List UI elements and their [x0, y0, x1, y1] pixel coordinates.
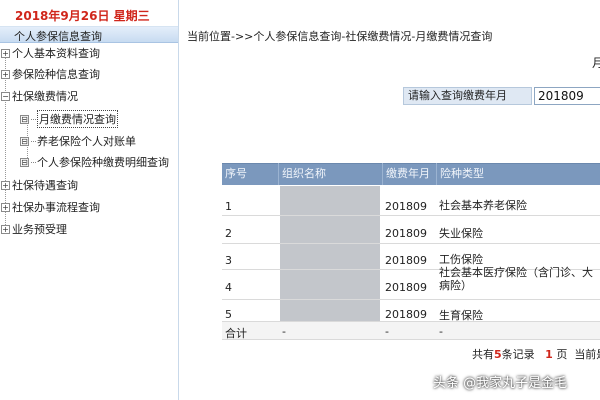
row-type: 工伤保险 — [439, 253, 483, 266]
collapse-icon[interactable]: − — [1, 91, 10, 101]
nav-item-personal-info[interactable]: + 个人基本资料查询 — [1, 44, 100, 62]
breadcrumb: 当前位置->>个人参保信息查询-社保缴费情况-月缴费情况查询 — [187, 30, 493, 43]
row-no: 5 — [225, 308, 232, 321]
nav-item-payment-status[interactable]: − 社保缴费情况 — [1, 87, 78, 105]
row-month: 201809 — [385, 200, 427, 213]
row-no: 2 — [225, 227, 232, 240]
current-page-label: 当前是 — [574, 348, 600, 361]
row-type: 社会基本养老保险 — [439, 199, 527, 212]
header-org: 组织名称 — [278, 163, 382, 185]
nav-item-label: 月缴费情况查询 — [37, 110, 118, 128]
expand-icon[interactable]: + — [1, 180, 10, 190]
row-month: 201809 — [385, 227, 427, 240]
nav-item-benefits[interactable]: + 社保待遇查询 — [1, 176, 78, 194]
query-row: 请输入查询缴费年月 — [403, 87, 600, 105]
query-label: 请输入查询缴费年月 — [403, 87, 532, 105]
nav-item-label: 社保缴费情况 — [12, 90, 78, 103]
nav-item-monthly-payment[interactable]: ⊟ 月缴费情况查询 — [20, 110, 118, 128]
table-total-row — [222, 322, 600, 340]
total-month: - — [385, 325, 389, 338]
total-org: - — [282, 325, 286, 338]
row-type: 社会基本医疗保险（含门诊、大病险） — [439, 266, 593, 292]
nav-item-label: 参保险种信息查询 — [12, 68, 100, 81]
expand-icon[interactable]: + — [1, 48, 10, 58]
row-month: 201809 — [385, 254, 427, 267]
expand-icon[interactable]: + — [1, 69, 10, 79]
page-number[interactable]: 1 — [545, 348, 553, 361]
header-type: 险种类型 — [436, 163, 600, 185]
pager: 共有5条记录 1 页 当前是 — [472, 346, 600, 362]
nav-item-pre-acceptance[interactable]: + 业务预受理 — [1, 220, 67, 238]
row-month: 201809 — [385, 281, 427, 294]
row-no: 1 — [225, 200, 232, 213]
date-bar: 2018年9月26日 星期三 — [0, 0, 178, 27]
nav-header: 个人参保信息查询 — [0, 27, 178, 43]
header-no: 序号 — [225, 167, 247, 180]
nav-item-pension-statement[interactable]: ⊟ 养老保险个人对账单 — [20, 132, 136, 150]
page-suffix: 页 — [556, 348, 568, 361]
nav-item-label: 社保待遇查询 — [12, 179, 78, 192]
nav-item-insurance-types[interactable]: + 参保险种信息查询 — [1, 65, 100, 83]
nav-item-payment-detail[interactable]: ⊟ 个人参保险种缴费明细查询 — [20, 153, 169, 171]
row-type: 生育保险 — [439, 309, 483, 322]
doc-icon: ⊟ — [20, 136, 29, 146]
pager-prefix: 共有 — [472, 348, 494, 361]
watermark: 头条 @我家丸子是金毛 — [433, 376, 568, 391]
page-title-fragment: 月 — [592, 56, 600, 70]
nav-item-label: 个人基本资料查询 — [12, 47, 100, 60]
header-month: 缴费年月 — [382, 163, 436, 185]
payment-month-input[interactable] — [534, 87, 600, 105]
nav-item-label: 社保办事流程查询 — [12, 201, 100, 214]
record-count: 5 — [494, 348, 502, 361]
nav-item-label: 养老保险个人对账单 — [37, 135, 136, 148]
expand-icon[interactable]: + — [1, 224, 10, 234]
nav-item-label: 个人参保险种缴费明细查询 — [37, 156, 169, 169]
doc-icon: ⊟ — [20, 114, 29, 124]
doc-icon: ⊟ — [20, 157, 29, 167]
row-type: 失业保险 — [439, 227, 483, 240]
tree-connector — [31, 118, 36, 120]
expand-icon[interactable]: + — [1, 202, 10, 212]
row-no: 4 — [225, 281, 232, 294]
nav-item-label: 业务预受理 — [12, 223, 67, 236]
total-label: 合计 — [225, 327, 247, 340]
left-navigation: 2018年9月26日 星期三 个人参保信息查询 + 个人基本资料查询 + 参保险… — [0, 0, 178, 400]
row-no: 3 — [225, 254, 232, 267]
nav-header-label: 个人参保信息查询 — [14, 30, 102, 43]
total-type: - — [439, 325, 443, 338]
tree-connector — [31, 140, 36, 142]
row-month: 201809 — [385, 308, 427, 321]
nav-item-process[interactable]: + 社保办事流程查询 — [1, 198, 100, 216]
pager-suffix: 条记录 — [501, 348, 535, 361]
tree-connector — [31, 161, 36, 163]
date-text: 2018年9月26日 星期三 — [15, 9, 150, 23]
